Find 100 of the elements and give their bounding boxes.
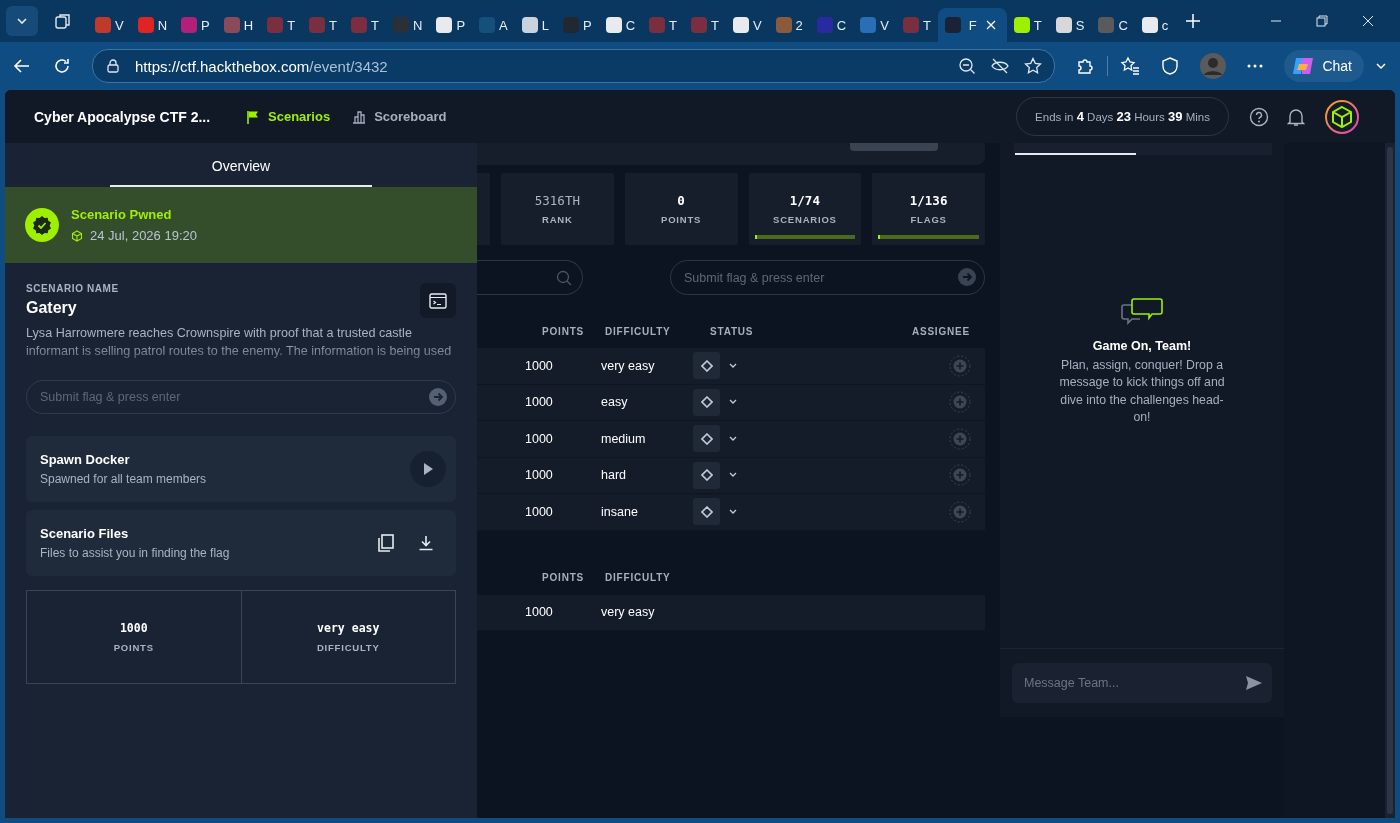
more-icon[interactable] bbox=[1246, 63, 1265, 69]
points-cell-text: 1000 bbox=[525, 605, 554, 620]
flag-input[interactable]: Submit flag & press enter bbox=[670, 260, 985, 295]
browser-tab[interactable]: T bbox=[344, 8, 386, 42]
scrollbar[interactable] bbox=[1385, 143, 1395, 818]
eye-slash-icon[interactable] bbox=[990, 57, 1011, 75]
pwned-date: 24 Jul, 2026 19:20 bbox=[90, 228, 197, 243]
browser-tab[interactable]: T bbox=[260, 8, 303, 42]
card-title: Scenario Files bbox=[40, 526, 130, 541]
refresh-icon[interactable] bbox=[52, 56, 72, 76]
stat-label: POINTS bbox=[113, 642, 154, 653]
zoom-out-icon[interactable] bbox=[958, 57, 977, 75]
browser-tab[interactable]: T bbox=[302, 8, 345, 42]
browser-tab[interactable]: F bbox=[937, 8, 1007, 42]
status-button[interactable] bbox=[693, 461, 720, 489]
browser-tab[interactable]: A bbox=[472, 8, 515, 42]
send-icon[interactable] bbox=[1246, 676, 1262, 690]
difficulty-cell-text: easy bbox=[601, 395, 629, 410]
url-text: https://ctf.hackthebox.com/event/3432 bbox=[135, 57, 389, 75]
points-cell-text: 1000 bbox=[525, 395, 554, 410]
new-tab-icon[interactable] bbox=[1185, 13, 1202, 29]
star-icon[interactable] bbox=[1024, 57, 1043, 75]
points-cell-text: 1000 bbox=[525, 358, 554, 373]
browser-tab[interactable]: T bbox=[1006, 8, 1049, 42]
column-header: STATUS bbox=[710, 325, 755, 337]
browser-tab[interactable]: N bbox=[130, 8, 175, 42]
close-icon[interactable] bbox=[984, 19, 997, 31]
table-row[interactable]: 1000 very easy bbox=[477, 348, 985, 385]
column-header: POINTS bbox=[542, 572, 586, 583]
browser-tab[interactable]: 2 bbox=[768, 8, 810, 42]
nav-link[interactable]: Scoreboard bbox=[352, 109, 447, 124]
browser-tab[interactable]: T bbox=[895, 8, 938, 42]
browser-tab[interactable]: P bbox=[429, 8, 473, 42]
chat-button[interactable]: Chat bbox=[1284, 50, 1364, 82]
status-button[interactable] bbox=[693, 425, 720, 453]
browser-tab[interactable]: C bbox=[809, 8, 854, 42]
stat-value: 1000 bbox=[119, 621, 148, 635]
address-bar[interactable]: https://ctf.hackthebox.com/event/3432 bbox=[92, 49, 1056, 83]
restore-icon[interactable] bbox=[1316, 15, 1328, 27]
browser-tab[interactable]: T bbox=[683, 8, 726, 42]
table-row[interactable]: 1000 insane bbox=[477, 494, 985, 531]
diamond-icon bbox=[700, 469, 713, 482]
table-row[interactable]: 1000 hard bbox=[477, 457, 985, 494]
terminal-icon bbox=[429, 292, 447, 309]
table-row[interactable]: 1000 very easy bbox=[477, 594, 985, 631]
stat-value: 1/136 bbox=[909, 193, 948, 208]
chevron-down-icon[interactable] bbox=[728, 434, 738, 443]
tab-actions-button[interactable] bbox=[6, 6, 38, 36]
chevron-down-icon[interactable] bbox=[728, 507, 738, 516]
bell-icon[interactable] bbox=[1287, 106, 1305, 127]
copy-icon[interactable] bbox=[378, 534, 394, 552]
chevron-down-icon[interactable] bbox=[728, 361, 738, 370]
browser-tab[interactable]: L bbox=[514, 8, 556, 42]
help-icon[interactable] bbox=[1249, 106, 1269, 127]
verified-badge-icon bbox=[25, 208, 59, 242]
browser-tab[interactable]: H bbox=[216, 8, 261, 42]
status-button[interactable] bbox=[693, 498, 720, 526]
avatar[interactable] bbox=[1325, 99, 1359, 134]
event-title[interactable]: Cyber Apocalypse CTF 2... bbox=[34, 108, 246, 125]
points-cell-text: 1000 bbox=[525, 468, 554, 483]
column-header: ASSIGNEE bbox=[911, 325, 970, 337]
download-icon[interactable] bbox=[418, 535, 434, 551]
stat-label: DIFFICULTY bbox=[316, 642, 380, 653]
close-icon[interactable] bbox=[1362, 15, 1374, 27]
browser-tab[interactable]: T bbox=[642, 8, 684, 42]
column-header: POINTS bbox=[542, 325, 586, 337]
column-header: DIFFICULTY bbox=[605, 325, 672, 337]
lock-icon bbox=[105, 58, 121, 74]
difficulty-cell-text: hard bbox=[601, 468, 628, 483]
browser-tab[interactable]: P bbox=[174, 8, 217, 42]
browser-tab[interactable]: V bbox=[853, 8, 896, 42]
chat-bubbles-icon bbox=[1120, 296, 1164, 325]
play-button[interactable] bbox=[410, 451, 446, 487]
workspaces-icon[interactable] bbox=[54, 12, 72, 30]
browser-tab[interactable]: S bbox=[1048, 8, 1092, 42]
scenario-name: Gatery bbox=[26, 299, 78, 317]
status-button[interactable] bbox=[693, 352, 720, 380]
difficulty-cell-text: very easy bbox=[601, 358, 656, 373]
card-title: Spawn Docker bbox=[40, 452, 131, 467]
browser-tab[interactable]: V bbox=[88, 8, 131, 42]
flag-input[interactable]: Submit flag & press enter bbox=[26, 380, 456, 414]
nav-link[interactable]: Scenarios bbox=[246, 109, 331, 124]
table-row[interactable]: 1000 medium bbox=[477, 421, 985, 458]
cube-icon bbox=[71, 229, 83, 242]
status-button[interactable] bbox=[693, 388, 720, 416]
favorites-icon[interactable] bbox=[1120, 56, 1141, 76]
points-cell-text: 1000 bbox=[525, 431, 554, 446]
shield-icon[interactable] bbox=[1160, 56, 1181, 76]
message-input[interactable]: Message Team... bbox=[1012, 663, 1272, 703]
bar-chart-icon bbox=[352, 109, 367, 124]
browser-tab[interactable]: C bbox=[1091, 8, 1135, 42]
difficulty-cell-text: very easy bbox=[601, 605, 656, 620]
puzzle-icon[interactable] bbox=[1075, 56, 1096, 76]
terminal-button[interactable] bbox=[420, 283, 456, 318]
browser-tab[interactable]: V bbox=[725, 8, 769, 42]
browser-tab[interactable]: N bbox=[386, 8, 430, 42]
browser-tab[interactable]: c bbox=[1134, 8, 1176, 42]
browser-tab[interactable]: C bbox=[598, 8, 642, 42]
browser-tab[interactable]: P bbox=[555, 8, 599, 42]
table-row[interactable]: 1000 easy bbox=[477, 384, 985, 421]
